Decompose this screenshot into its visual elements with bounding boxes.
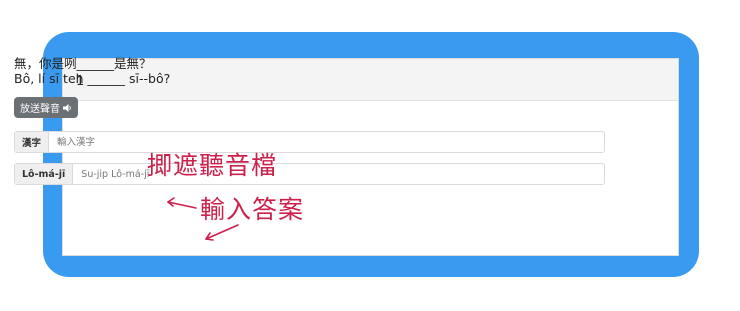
speaker-icon [63, 103, 72, 113]
question-romanized: Bô, lí sī teh ______ sī--bô? [14, 71, 171, 86]
input-hint-annotation: 輸入答案 [200, 195, 305, 224]
lomaji-input-group: Lô-má-jī [14, 163, 605, 185]
hanzi-input-group: 漢字 [14, 131, 605, 153]
lomaji-addon: Lô-má-jī [15, 164, 74, 184]
hanzi-answer-input[interactable] [49, 132, 604, 152]
hanzi-addon: 漢字 [15, 132, 50, 152]
play-audio-button[interactable]: 放送聲音 [14, 97, 78, 118]
question-hanzi: 無，你是咧______是無？ [14, 56, 152, 71]
play-hint-annotation: 揤遮聽音檔 [147, 151, 278, 180]
play-audio-label: 放送聲音 [20, 104, 60, 115]
